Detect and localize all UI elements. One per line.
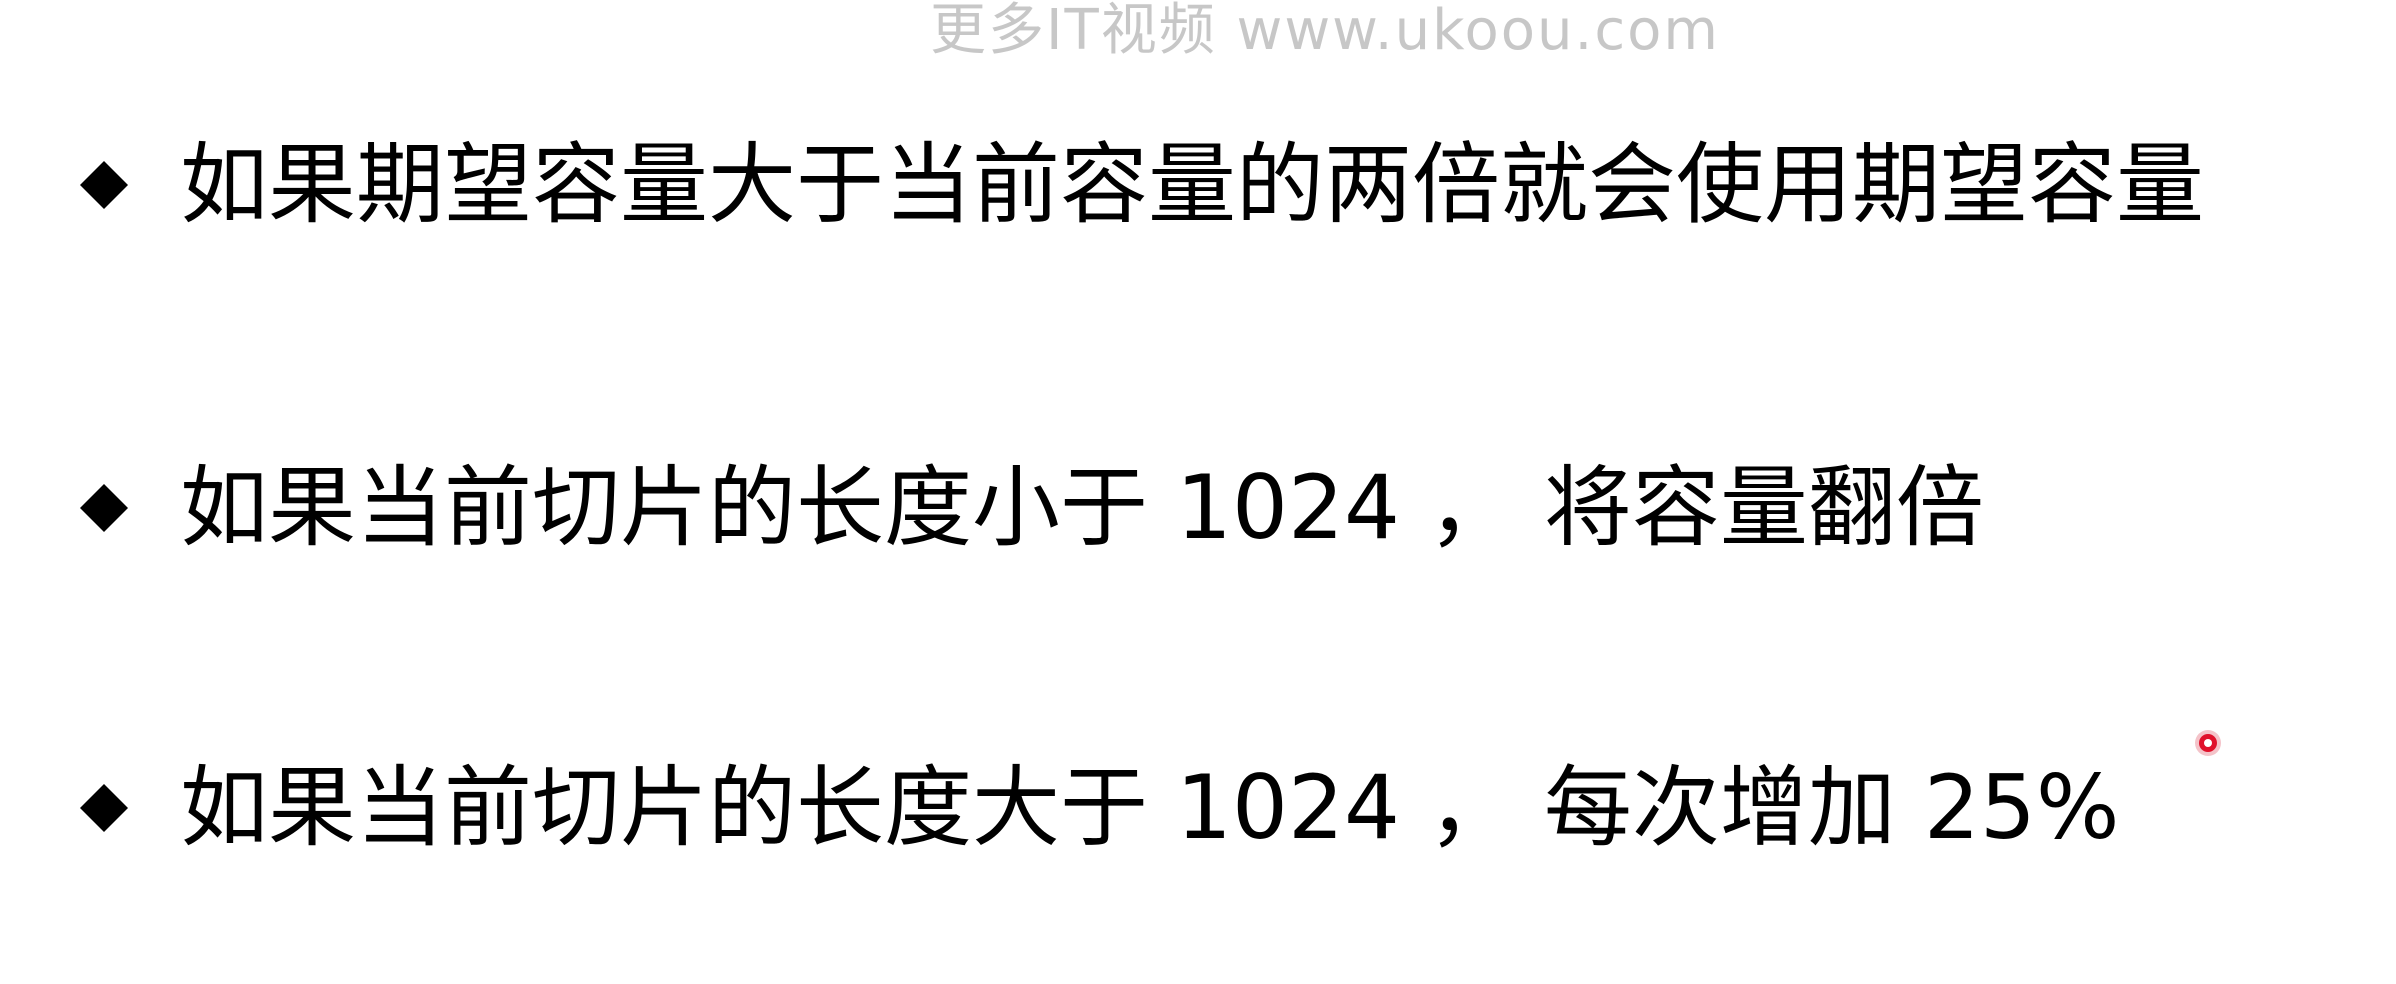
watermark: 更多IT视频 www.ukoou.com <box>930 0 1720 63</box>
bullet-item-1: 如果期望容量大于当前容量的两倍就会使用期望容量 <box>78 125 2204 245</box>
bullet-text: 如果期望容量大于当前容量的两倍就会使用期望容量 <box>180 133 2205 236</box>
bullet-item-2: 如果当前切片的长度小于 1024 ， 将容量翻倍 <box>78 448 1984 568</box>
cursor-dot-icon <box>2194 729 2222 757</box>
diamond-bullet-icon <box>78 159 130 211</box>
bullet-item-3: 如果当前切片的长度大于 1024 ， 每次增加 25% <box>78 748 2119 868</box>
bullet-text: 如果当前切片的长度大于 1024 ， 每次增加 25% <box>180 756 2120 859</box>
diamond-bullet-icon <box>78 482 130 534</box>
bullet-text: 如果当前切片的长度小于 1024 ， 将容量翻倍 <box>180 456 1984 559</box>
diamond-bullet-icon <box>78 782 130 834</box>
